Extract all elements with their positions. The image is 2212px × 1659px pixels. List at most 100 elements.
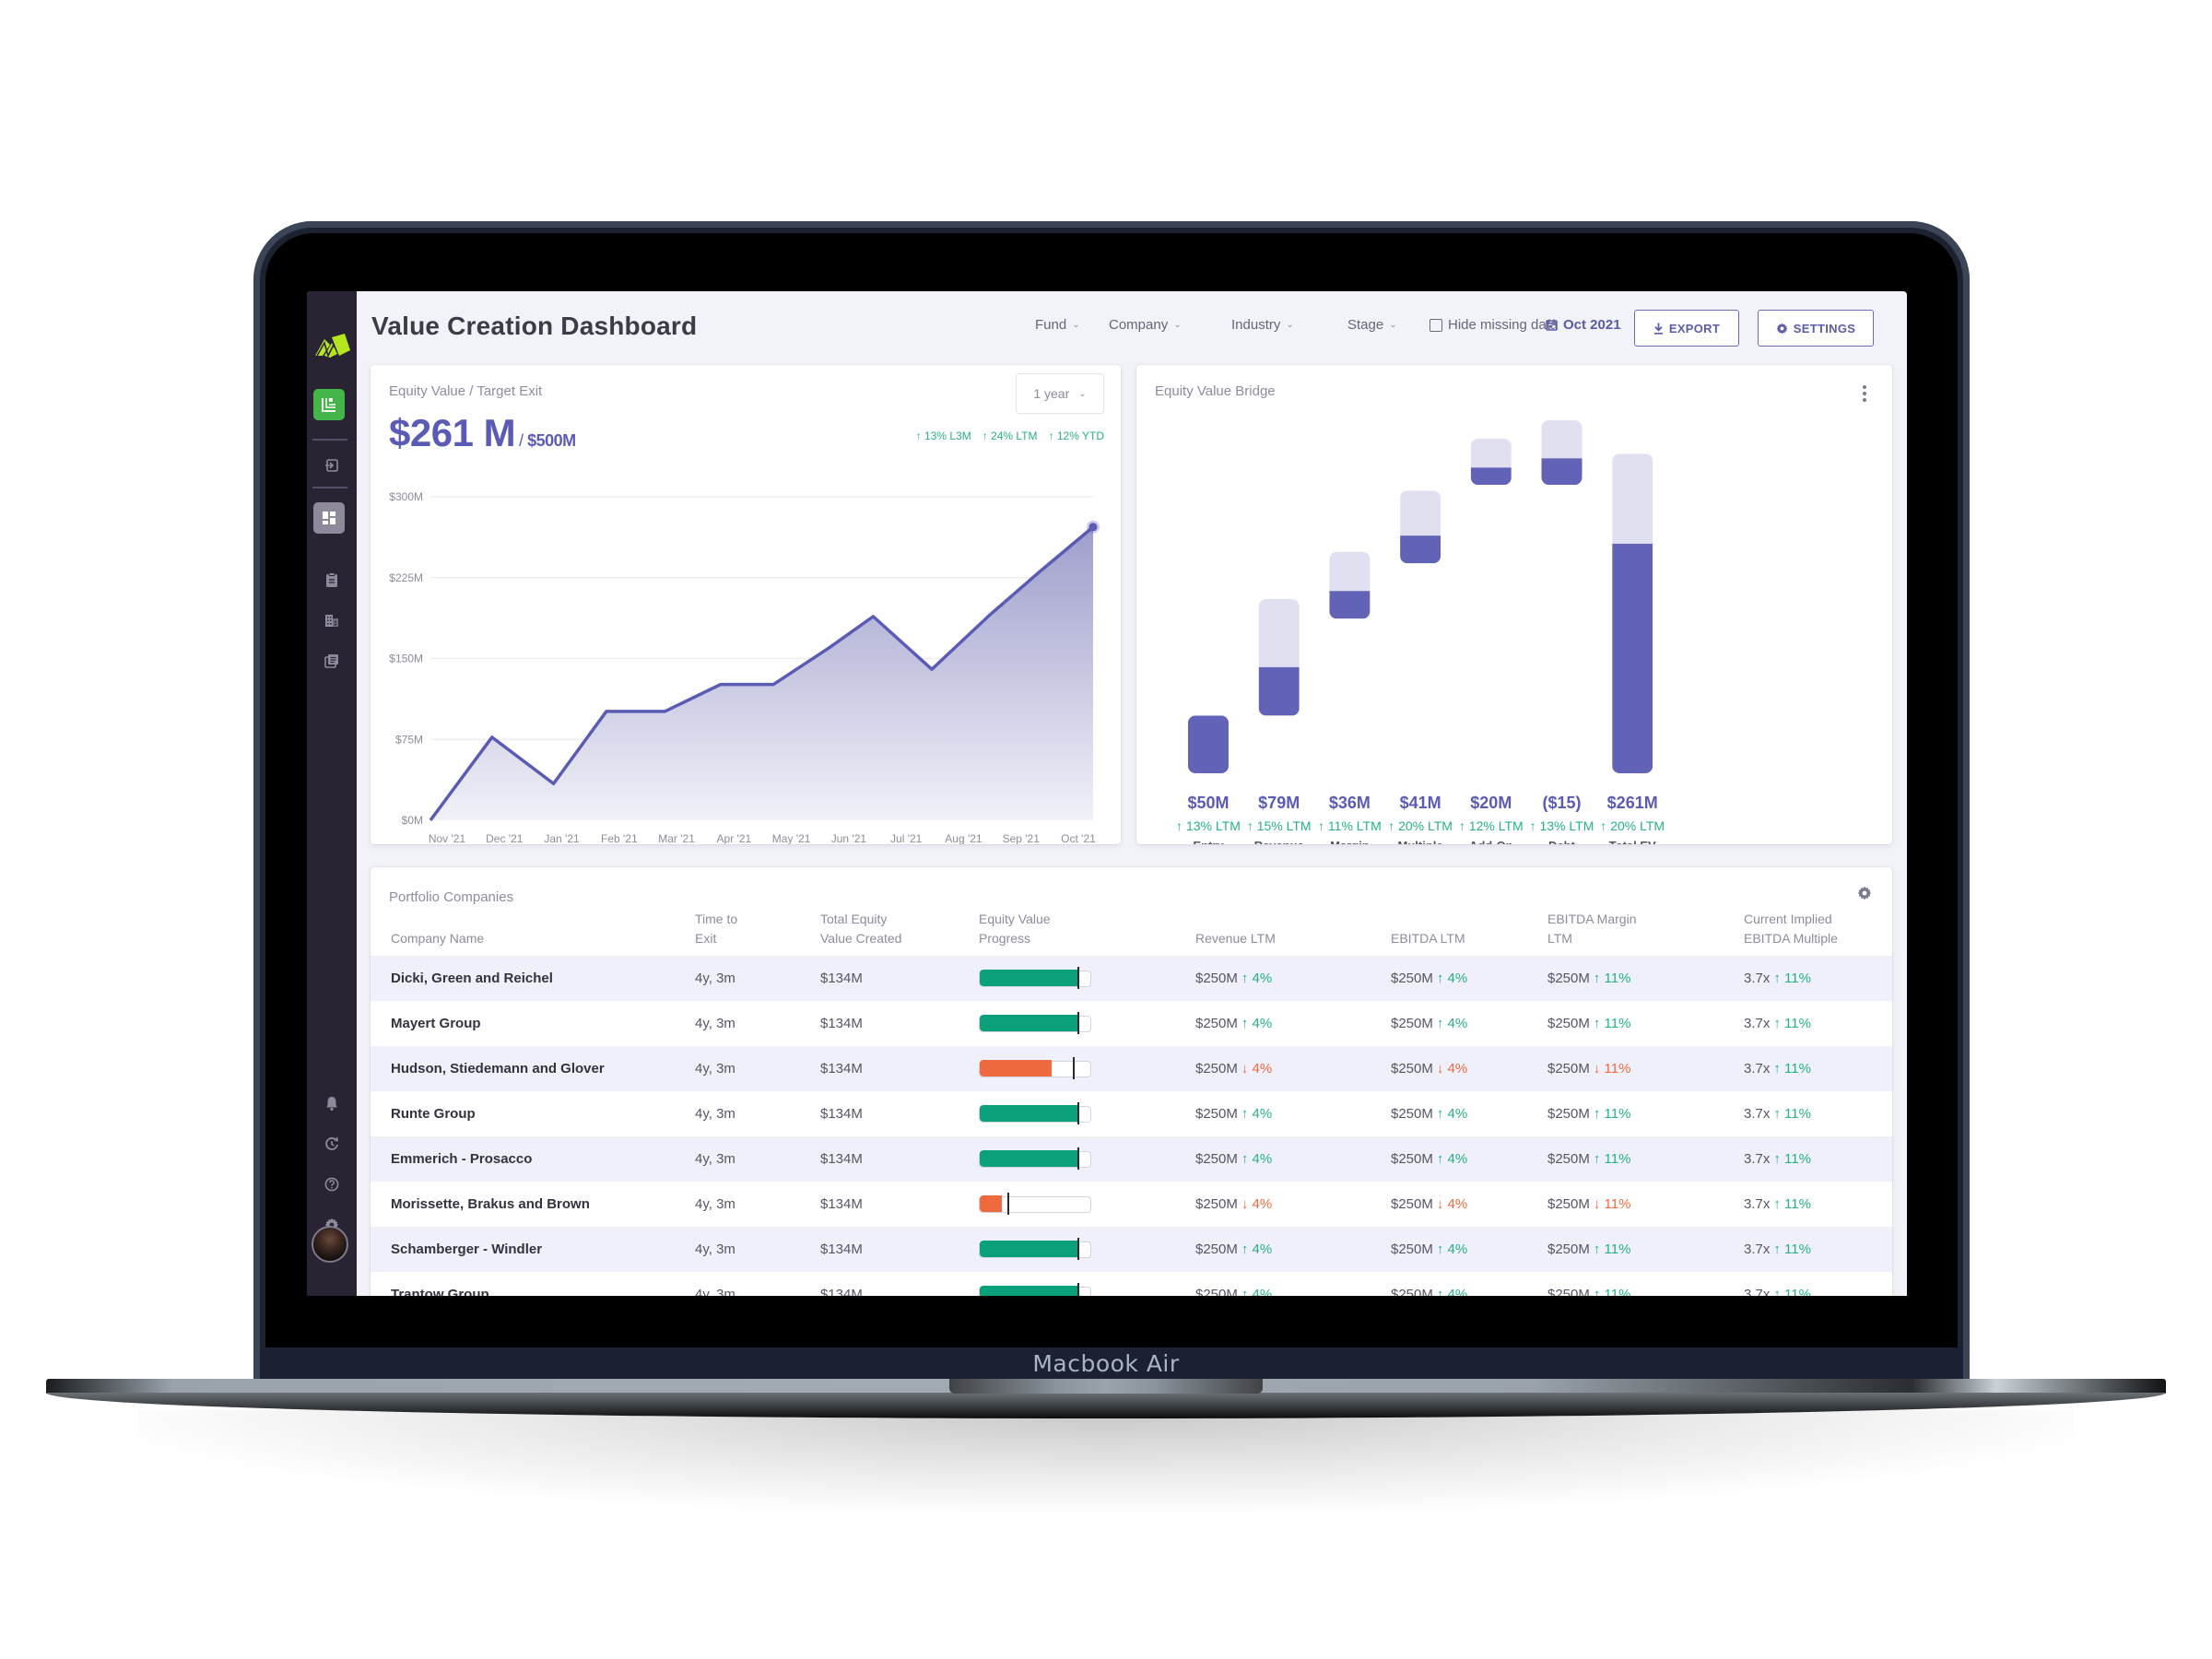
sidebar-item-login[interactable] bbox=[307, 450, 357, 481]
table-row[interactable]: Hudson, Stiedemann and Glover 4y, 3m $134M… bbox=[371, 1046, 1892, 1091]
bridge-bar-total-ev[interactable] bbox=[1612, 453, 1653, 773]
table-row[interactable]: Dicki, Green and Reichel 4y, 3m $134M $250M… bbox=[371, 956, 1892, 1001]
x-tick-label: Feb '21 bbox=[601, 832, 638, 844]
table-row[interactable]: Morissette, Brakus and Brown 4y, 3m $134M $… bbox=[371, 1182, 1892, 1227]
column-header[interactable]: Equity Value Progress bbox=[979, 910, 1051, 948]
company-name: Schamberger - Windler bbox=[391, 1241, 543, 1257]
metric-value: 3.7x bbox=[1744, 1016, 1771, 1031]
industry-filter-label: Industry bbox=[1231, 317, 1281, 333]
bar-actual-segment bbox=[1258, 666, 1300, 716]
delta-up: ↑ 4% bbox=[1241, 1241, 1273, 1257]
metric-value: $250M bbox=[1195, 1287, 1238, 1296]
clipboard-icon bbox=[326, 571, 337, 587]
bar-category-label: Total EV bbox=[1609, 839, 1656, 844]
delta-down: ↓ 11% bbox=[1593, 1196, 1631, 1212]
column-header[interactable]: EBITDA LTM bbox=[1391, 929, 1465, 948]
period-select-value: 1 year bbox=[1033, 386, 1070, 401]
sidebar-item-dashboard[interactable] bbox=[313, 502, 345, 534]
column-header-line: Value Created bbox=[820, 931, 902, 946]
current-equity-value: $261 M bbox=[389, 411, 516, 454]
column-header[interactable]: Revenue LTM bbox=[1195, 929, 1276, 948]
metric-value: 3.7x bbox=[1744, 1106, 1771, 1122]
sidebar-item-documents[interactable] bbox=[307, 645, 357, 677]
date-picker[interactable]: Oct 2021 bbox=[1546, 317, 1621, 333]
delta-up: ↑ 11% bbox=[1593, 1016, 1631, 1031]
column-header[interactable]: Total Equity Value Created bbox=[820, 910, 901, 948]
bridge-bar-debt[interactable] bbox=[1541, 420, 1583, 486]
bar-value-label: $20M bbox=[1470, 794, 1512, 812]
industry-filter[interactable]: Industry ⌄ bbox=[1231, 317, 1294, 333]
delta-up: ↑ 4% bbox=[1241, 1016, 1273, 1031]
chevron-down-icon: ⌄ bbox=[1286, 320, 1294, 330]
progress-target-marker bbox=[1077, 1237, 1079, 1260]
download-icon bbox=[1653, 323, 1663, 335]
delta-up: ↑ 11% bbox=[1593, 1151, 1631, 1167]
bar-target-segment bbox=[1400, 490, 1441, 536]
progress-fill bbox=[980, 1286, 1077, 1296]
delta-down: ↓ 11% bbox=[1593, 1061, 1631, 1077]
app-tile-button[interactable] bbox=[313, 389, 345, 420]
logo-icon[interactable] bbox=[313, 334, 350, 358]
table-settings-icon[interactable] bbox=[1857, 886, 1872, 900]
user-avatar[interactable] bbox=[312, 1226, 348, 1263]
ebitda-margin-ltm: $250M ↑ 11% bbox=[1547, 956, 1630, 1001]
equity-progress bbox=[979, 1001, 1091, 1046]
bridge-bar-add-on[interactable] bbox=[1470, 439, 1512, 486]
progress-bar bbox=[979, 1101, 1091, 1124]
stage-filter[interactable]: Stage ⌄ bbox=[1347, 317, 1397, 333]
column-header[interactable]: Time to Exit bbox=[695, 910, 737, 948]
implied-ebitda-multiple: 3.7x ↑ 11% bbox=[1744, 1272, 1811, 1296]
sidebar-item-reports[interactable] bbox=[307, 564, 357, 595]
delta-up: ↑ 4% bbox=[1436, 1106, 1468, 1122]
sidebar-item-companies[interactable] bbox=[307, 605, 357, 636]
laptop-notch bbox=[949, 1379, 1263, 1394]
bar-value-label: $50M bbox=[1187, 794, 1229, 812]
equity-area bbox=[430, 526, 1093, 820]
settings-button[interactable]: SETTINGS bbox=[1758, 310, 1874, 347]
column-header-line: Time to bbox=[695, 912, 738, 926]
hide-missing-checkbox[interactable] bbox=[1430, 318, 1442, 332]
period-select[interactable]: 1 year ⌄ bbox=[1016, 373, 1104, 414]
hide-missing-toggle[interactable]: Hide missing data bbox=[1430, 317, 1558, 333]
ebitda-ltm: $250M ↑ 4% bbox=[1391, 1136, 1467, 1182]
delta-up: ↑ 11% bbox=[1773, 971, 1811, 986]
bridge-bar-revenue[interactable] bbox=[1258, 599, 1300, 716]
sidebar-item-notifications[interactable] bbox=[307, 1088, 357, 1119]
bridge-bar-multiple[interactable] bbox=[1400, 490, 1441, 564]
company-filter[interactable]: Company ⌄ bbox=[1109, 317, 1182, 333]
column-header[interactable]: Current Implied EBITDA Multiple bbox=[1744, 910, 1838, 948]
table-row[interactable]: Trantow Group 4y, 3m $134M $250M ↑ 4% $250M ↑ … bbox=[371, 1272, 1892, 1296]
bar-actual-segment bbox=[1329, 591, 1371, 619]
progress-target-marker bbox=[1007, 1192, 1009, 1215]
progress-target-marker bbox=[1077, 966, 1079, 989]
metric-value: $250M bbox=[1547, 1151, 1590, 1167]
delta-up: ↑ 11% bbox=[1593, 1241, 1631, 1257]
delta-up: ↑ 4% bbox=[1436, 1016, 1468, 1031]
bar-category-label: Entry bbox=[1193, 839, 1224, 844]
revenue-ltm: $250M ↑ 4% bbox=[1195, 1272, 1272, 1296]
metric-value: $250M bbox=[1391, 971, 1433, 986]
table-row[interactable]: Emmerich - Prosacco 4y, 3m $134M $250M ↑ 4% $… bbox=[371, 1136, 1892, 1182]
bar-value-label: ($15) bbox=[1542, 794, 1581, 812]
x-tick-label: May '21 bbox=[772, 832, 811, 844]
stat-ltm: ↑ 24% LTM bbox=[982, 429, 1038, 442]
implied-ebitda-multiple: 3.7x ↑ 11% bbox=[1744, 956, 1811, 1001]
export-button[interactable]: EXPORT bbox=[1634, 310, 1739, 347]
bar-change-label: ↑ 11% LTM bbox=[1318, 818, 1382, 833]
progress-bar bbox=[979, 1282, 1091, 1296]
bridge-bar-margin[interactable] bbox=[1329, 551, 1371, 619]
column-header[interactable]: EBITDA Margin LTM bbox=[1547, 910, 1636, 948]
sidebar-item-help[interactable] bbox=[307, 1169, 357, 1200]
table-row[interactable]: Schamberger - Windler 4y, 3m $134M $250M ↑ 4… bbox=[371, 1227, 1892, 1272]
sidebar-item-history[interactable] bbox=[307, 1128, 357, 1159]
bridge-bar-entry[interactable] bbox=[1188, 715, 1229, 773]
ebitda-margin-ltm: $250M ↑ 11% bbox=[1547, 1136, 1630, 1182]
table-row[interactable]: Mayert Group 4y, 3m $134M $250M ↑ 4% $250M ↑ 4… bbox=[371, 1001, 1892, 1046]
table-row[interactable]: Runte Group 4y, 3m $134M $250M ↑ 4% $250M ↑ 4%… bbox=[371, 1091, 1892, 1136]
progress-bar bbox=[979, 1237, 1091, 1260]
metric-value: $250M bbox=[1547, 971, 1590, 986]
metric-value: 3.7x bbox=[1744, 1241, 1771, 1257]
column-header[interactable]: Company Name bbox=[391, 929, 484, 948]
progress-bar bbox=[979, 1056, 1091, 1079]
fund-filter[interactable]: Fund ⌄ bbox=[1035, 317, 1080, 333]
